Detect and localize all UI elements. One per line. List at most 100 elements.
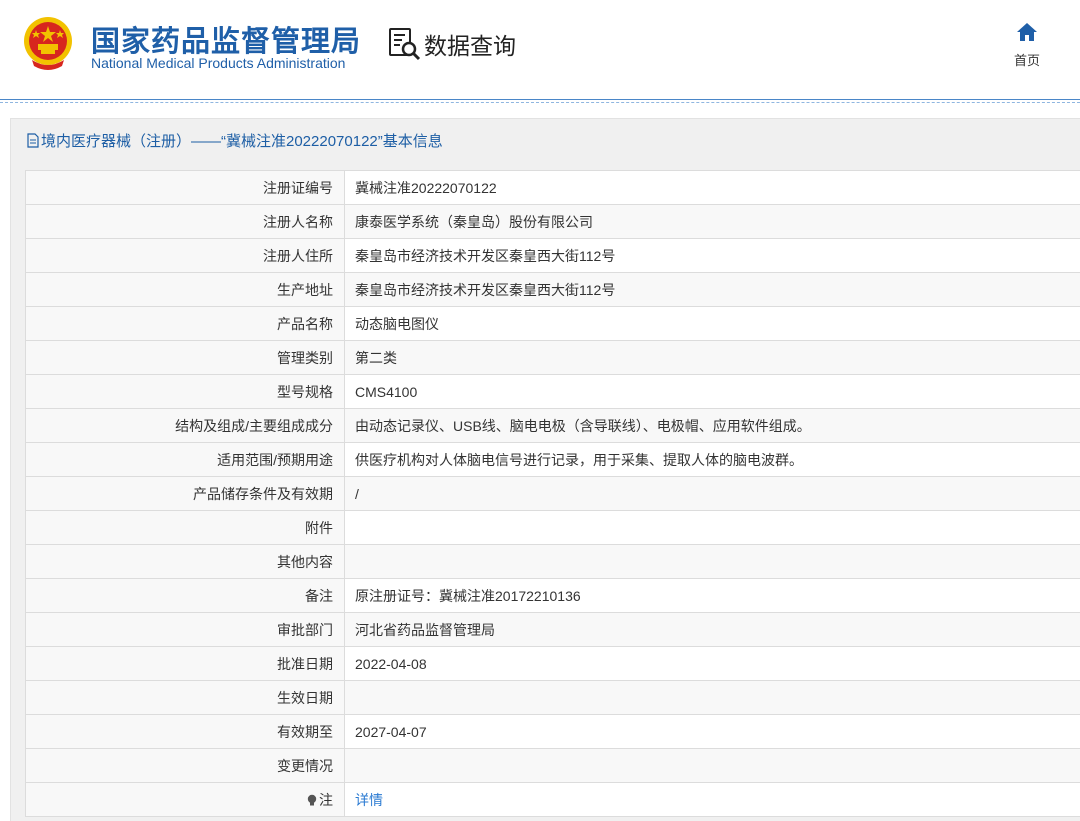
home-link[interactable]: 首页 [1006,22,1048,69]
row-value-cell: 2027-04-07 [344,714,1080,749]
row-value-cell: / [344,476,1080,511]
data-query-label: 数据查询 [424,33,516,59]
row-value-cell: 河北省药品监督管理局 [344,612,1080,647]
table-row: 生效日期 [25,680,1080,715]
row-label-cell: 产品储存条件及有效期 [25,476,345,511]
row-label-cell: 注 [25,782,345,817]
table-row: 产品名称 动态脑电图仪 [25,306,1080,341]
row-label-cell: 注册证编号 [25,170,345,205]
table-row: 管理类别 第二类 [25,340,1080,375]
row-value: 2022-04-08 [355,655,427,672]
row-label: 型号规格 [277,383,333,400]
row-label: 审批部门 [277,621,333,638]
row-value: 由动态记录仪、USB线、脑电电极（含导联线）、电极帽、应用软件组成。 [355,417,811,434]
row-value: 河北省药品监督管理局 [355,621,495,638]
search-document-icon [389,28,421,61]
table-row: 型号规格 CMS4100 [25,374,1080,409]
row-label-cell: 注册人住所 [25,238,345,273]
table-row: 批准日期 2022-04-08 [25,646,1080,681]
row-value-cell [344,680,1080,715]
row-label-cell: 产品名称 [25,306,345,341]
row-value-cell: 康泰医学系统（秦皇岛）股份有限公司 [344,204,1080,239]
row-label: 生效日期 [277,689,333,706]
table-row: 注册人名称 康泰医学系统（秦皇岛）股份有限公司 [25,204,1080,239]
lightbulb-icon [307,794,317,805]
details-link[interactable]: 详情 [355,792,383,808]
table-row: 结构及组成/主要组成成分 由动态记录仪、USB线、脑电电极（含导联线）、电极帽、应… [25,408,1080,443]
row-label: 变更情况 [277,757,333,774]
row-value: 第二类 [355,349,397,366]
table-row: 其他内容 [25,544,1080,579]
row-value-cell [344,544,1080,579]
row-value: 康泰医学系统（秦皇岛）股份有限公司 [355,213,593,230]
row-value-cell: 由动态记录仪、USB线、脑电电极（含导联线）、电极帽、应用软件组成。 [344,408,1080,443]
row-value-cell: 动态脑电图仪 [344,306,1080,341]
row-label-cell: 变更情况 [25,748,345,783]
row-value: 秦皇岛市经济技术开发区秦皇西大街112号 [355,281,616,298]
row-label-cell: 生效日期 [25,680,345,715]
detail-table: 注册证编号 冀械注准20222070122 注册人名称 康泰医学系统（秦皇岛）股份有限… [25,170,1080,817]
table-row: 产品储存条件及有效期 / [25,476,1080,511]
row-label-cell: 结构及组成/主要组成成分 [25,408,345,443]
data-query-title[interactable]: 数据查询 [388,26,516,62]
row-label: 注 [319,791,333,808]
row-value: 动态脑电图仪 [355,315,439,332]
row-label: 注册人住所 [263,247,333,264]
row-value-cell: 2022-04-08 [344,646,1080,681]
row-value-cell [344,748,1080,783]
row-label-cell: 注册人名称 [25,204,345,239]
home-label: 首页 [1013,53,1040,68]
row-label-cell: 其他内容 [25,544,345,579]
row-label: 注册证编号 [263,179,333,196]
row-label: 生产地址 [277,281,333,298]
table-row: 附件 [25,510,1080,545]
header-divider [0,99,1080,103]
row-value-cell: 供医疗机构对人体脑电信号进行记录，用于采集、提取人体的脑电波群。 [344,442,1080,477]
row-value-cell: 冀械注准20222070122 [344,170,1080,205]
row-label: 产品储存条件及有效期 [193,485,333,502]
row-label: 备注 [305,587,333,604]
row-label-cell: 附件 [25,510,345,545]
row-value-cell: 原注册证号：冀械注准20172210136 [344,578,1080,613]
row-value-cell: 秦皇岛市经济技术开发区秦皇西大街112号 [344,272,1080,307]
row-label-cell: 适用范围/预期用途 [25,442,345,477]
table-row: 适用范围/预期用途 供医疗机构对人体脑电信号进行记录，用于采集、提取人体的脑电波群… [25,442,1080,477]
table-row: 有效期至 2027-04-07 [25,714,1080,749]
row-value-cell: CMS4100 [344,374,1080,409]
row-label: 管理类别 [277,349,333,366]
row-label: 批准日期 [277,655,333,672]
row-value-cell: 第二类 [344,340,1080,375]
table-row: 注册人住所 秦皇岛市经济技术开发区秦皇西大街112号 [25,238,1080,273]
row-label-cell: 备注 [25,578,345,613]
row-label: 有效期至 [277,723,333,740]
table-row: 注 详情 [25,782,1080,817]
site-title-cn[interactable]: 国家药品监督管理局 [91,18,361,60]
table-row: 生产地址 秦皇岛市经济技术开发区秦皇西大街112号 [25,272,1080,307]
row-value: 秦皇岛市经济技术开发区秦皇西大街112号 [355,247,616,264]
panel-title: 境内医疗器械（注册）——“冀械注准20222070122”基本信息 [27,129,443,151]
table-row: 审批部门 河北省药品监督管理局 [25,612,1080,647]
document-icon [27,132,39,148]
row-value: / [355,485,359,502]
row-label: 附件 [305,519,333,536]
row-value: 供医疗机构对人体脑电信号进行记录，用于采集、提取人体的脑电波群。 [355,451,803,468]
row-label-cell: 批准日期 [25,646,345,681]
home-icon [1017,23,1037,41]
row-value: CMS4100 [355,383,418,400]
panel-title-text: 境内医疗器械（注册）——“冀械注准20222070122”基本信息 [41,132,443,150]
row-label: 结构及组成/主要组成成分 [175,417,333,434]
site-title-en[interactable]: National Medical Products Administration [91,55,345,71]
row-value: 原注册证号：冀械注准20172210136 [355,587,581,604]
table-row: 注册证编号 冀械注准20222070122 [25,170,1080,205]
table-row: 备注 原注册证号：冀械注准20172210136 [25,578,1080,613]
site-header: 国家药品监督管理局 National Medical Products Admi… [0,0,1080,100]
row-label-cell: 审批部门 [25,612,345,647]
row-label: 产品名称 [277,315,333,332]
row-label: 注册人名称 [263,213,333,230]
row-label: 其他内容 [277,553,333,570]
row-value-cell: 秦皇岛市经济技术开发区秦皇西大街112号 [344,238,1080,273]
national-emblem-icon [24,17,72,70]
row-value: 2027-04-07 [355,723,427,740]
row-label: 适用范围/预期用途 [217,451,333,468]
row-value: 冀械注准20222070122 [355,179,497,196]
